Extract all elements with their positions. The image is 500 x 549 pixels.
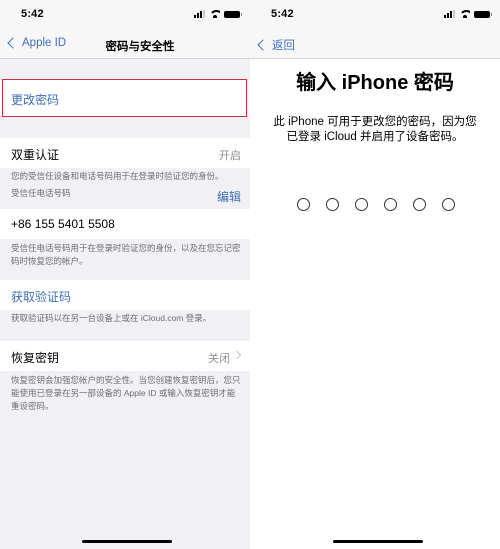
- passcode-title: 输入 iPhone 密码: [296, 72, 454, 94]
- recovery-key-status: 关闭: [208, 353, 230, 365]
- enter-passcode-screen: 5:42 返回 输入 iPhone 密码 此 iPhone 可用于更改您的密码，…: [250, 0, 500, 549]
- verification-footer: 获取验证码以在另一台设备上或在 iCloud.com 登录。: [11, 313, 212, 323]
- passcode-dot: [326, 198, 339, 211]
- chevron-left-icon: [257, 39, 269, 51]
- two-factor-status: 开启: [219, 150, 241, 162]
- passcode-dot: [413, 198, 426, 211]
- navigation-bar: Apple ID 密码与安全性: [0, 30, 250, 59]
- recovery-key-row[interactable]: 恢复密钥 关闭: [0, 341, 250, 371]
- phone-number-row: +86 155 5401 5508: [0, 209, 250, 239]
- trusted-phone-header: 受信任电话号码: [11, 188, 71, 198]
- passcode-dots[interactable]: [297, 198, 455, 211]
- home-indicator[interactable]: [333, 540, 423, 543]
- home-indicator[interactable]: [82, 540, 172, 543]
- passcode-dot: [442, 198, 455, 211]
- phone-footer: 受信任电话号码用于在登录时验证您的身份，以及在您忘记密码时恢复您的帐户。: [11, 243, 241, 266]
- cellular-signal-icon: [194, 10, 205, 18]
- passcode-dot: [384, 198, 397, 211]
- navigation-bar: 返回: [250, 30, 500, 59]
- passcode-dot: [355, 198, 368, 211]
- security-settings-screen: 5:42 Apple ID 密码与安全性 更改密码 双重认证 开启 您的受信任设…: [0, 0, 250, 549]
- wifi-icon: [209, 10, 220, 18]
- status-time: 5:42: [21, 8, 44, 20]
- get-verification-code-row[interactable]: 获取验证码: [0, 280, 250, 310]
- battery-icon: [224, 10, 242, 18]
- edit-button[interactable]: 编辑: [217, 188, 241, 205]
- cellular-signal-icon: [444, 10, 455, 18]
- highlight-box: [2, 79, 247, 117]
- passcode-dot: [297, 198, 310, 211]
- phone-number: +86 155 5401 5508: [11, 217, 115, 231]
- battery-icon: [474, 10, 492, 18]
- recovery-key-label: 恢复密钥: [11, 351, 60, 365]
- status-bar: 5:42: [0, 0, 250, 30]
- back-label: 返回: [272, 40, 295, 52]
- page-title: 密码与安全性: [105, 41, 175, 53]
- passcode-description: 此 iPhone 可用于更改您的密码，因为您已登录 iCloud 并启用了设备密…: [273, 116, 477, 143]
- get-verification-code-label: 获取验证码: [11, 290, 72, 304]
- status-time: 5:42: [271, 8, 294, 20]
- status-bar: 5:42: [250, 0, 500, 30]
- back-button[interactable]: 返回: [256, 37, 295, 53]
- two-factor-footer: 您的受信任设备和电话号码用于在登录时验证您的身份。: [11, 171, 224, 181]
- two-factor-row: 双重认证 开启: [0, 138, 250, 168]
- recovery-key-footer: 恢复密钥会加强您帐户的安全性。当您创建恢复密钥后，您只能使用已登录在另一部设备的…: [11, 375, 241, 411]
- two-factor-label: 双重认证: [11, 148, 60, 162]
- chevron-right-icon: [232, 350, 242, 360]
- wifi-icon: [459, 10, 470, 18]
